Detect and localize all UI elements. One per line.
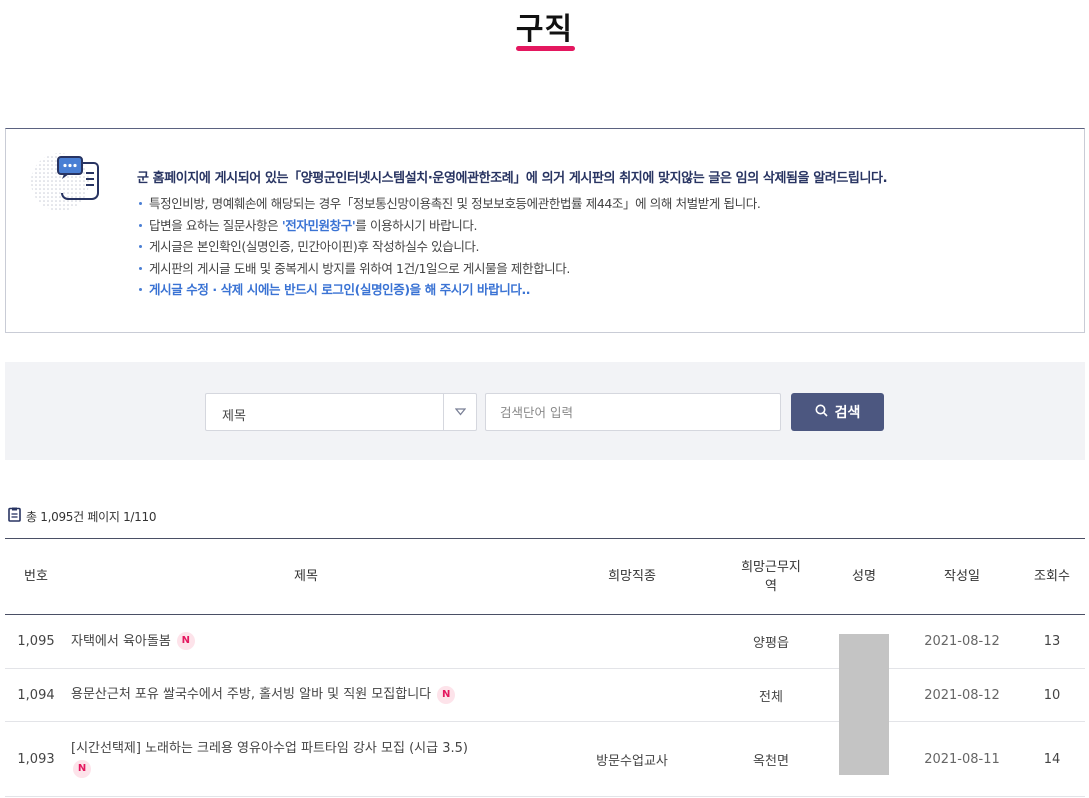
cell-job <box>545 668 719 722</box>
table-row[interactable]: 1,093 [시간선택제] 노래하는 크레용 영유아수업 파트타임 강사 모집 … <box>5 721 1085 797</box>
search-input[interactable] <box>485 393 781 431</box>
cell-views: 13 <box>1019 614 1085 669</box>
notice-item-text: 답변을 요하는 질문사항은 <box>149 217 282 233</box>
name-privacy-mask <box>839 634 889 775</box>
search-button-label: 검색 <box>834 405 861 421</box>
cell-no: 1,094 <box>5 668 67 722</box>
title-underline <box>516 46 575 51</box>
cell-date: 2021-08-12 <box>905 668 1019 722</box>
page-title: 구직 <box>515 12 574 47</box>
col-header-job: 희망직종 <box>545 538 719 615</box>
notice-item-emphasis: 게시글 수정 · 삭제 시에는 반드시 로그인(실명인증)을 해 주시기 바랍니… <box>137 279 1074 301</box>
cell-subject[interactable]: 용문산근처 포유 쌀국수에서 주방, 홀서빙 알바 및 직원 모집합니다 N <box>67 668 545 722</box>
notice-item-text: 를 이용하시기 바랍니다. <box>355 217 478 233</box>
job-board-table: 번호 제목 희망직종 희망근무지역 성명 작성일 조회수 1,095 자택에서 … <box>5 538 1085 797</box>
cell-subject[interactable]: 자택에서 육아돌봄 N <box>67 614 545 669</box>
cell-views: 10 <box>1019 668 1085 722</box>
search-button[interactable]: 검색 <box>791 393 884 431</box>
cell-area: 양평읍 <box>719 614 823 669</box>
search-icon <box>815 404 828 421</box>
notice-lead: 군 홈페이지에 게시되어 있는「양평군인터넷시스템설치·운영에관한조례」에 의거… <box>137 171 888 186</box>
chevron-down-icon[interactable] <box>443 394 476 430</box>
cell-no: 1,093 <box>5 721 67 797</box>
cell-job <box>545 614 719 669</box>
col-header-views: 조회수 <box>1019 538 1085 615</box>
search-field-value: 제목 <box>222 409 246 424</box>
notice-list: 특정인비방, 명예훼손에 해당되는 경우「정보통신망이용촉진 및 정보보호등에관… <box>137 193 1074 301</box>
notice-box: 군 홈페이지에 게시되어 있는「양평군인터넷시스템설치·운영에관한조례」에 의거… <box>5 128 1085 333</box>
cell-subject[interactable]: [시간선택제] 노래하는 크레용 영유아수업 파트타임 강사 모집 (시급 3.… <box>67 721 545 797</box>
col-header-no: 번호 <box>5 538 67 615</box>
notice-item: 답변을 요하는 질문사항은 '전자민원창구'를 이용하시기 바랍니다. <box>137 215 1074 237</box>
cell-job: 방문수업교사 <box>545 721 719 797</box>
search-field-select[interactable]: 제목 <box>205 393 477 431</box>
col-header-date: 작성일 <box>905 538 1019 615</box>
col-header-name: 성명 <box>823 538 905 615</box>
cell-no: 1,095 <box>5 614 67 669</box>
cell-date: 2021-08-12 <box>905 614 1019 669</box>
post-title-link[interactable]: 용문산근처 포유 쌀국수에서 주방, 홀서빙 알바 및 직원 모집합니다 <box>71 687 431 702</box>
cell-date: 2021-08-11 <box>905 721 1019 797</box>
cell-area: 옥천면 <box>719 721 823 797</box>
col-header-area: 희망근무지역 <box>719 538 823 615</box>
cell-area: 전체 <box>719 668 823 722</box>
e-complaint-link[interactable]: '전자민원창구' <box>282 218 356 233</box>
notice-item: 특정인비방, 명예훼손에 해당되는 경우「정보통신망이용촉진 및 정보보호등에관… <box>137 193 1074 215</box>
page-header: 구직 <box>0 0 1089 48</box>
post-title-link[interactable]: 자택에서 육아돌봄 <box>71 634 171 649</box>
col-header-subject: 제목 <box>67 538 545 615</box>
table-row[interactable]: 1,095 자택에서 육아돌봄 N 양평읍 2021-08-12 13 <box>5 614 1085 669</box>
col-header-area-label: 희망근무지역 <box>741 559 801 594</box>
cell-views: 14 <box>1019 721 1085 797</box>
notice-item: 게시판의 게시글 도배 및 중복게시 방지를 위하여 1건/1일으로 게시물을 … <box>137 258 1074 280</box>
board-summary: 총 1,095건 페이지 1/110 <box>8 507 156 525</box>
new-badge: N <box>176 632 195 650</box>
table-row[interactable]: 1,094 용문산근처 포유 쌀국수에서 주방, 홀서빙 알바 및 직원 모집합… <box>5 668 1085 722</box>
notice-item: 게시글은 본인확인(실명인증, 민간아이핀)후 작성하실수 있습니다. <box>137 236 1074 258</box>
total-count: 총 1,095건 페이지 1/110 <box>26 509 157 524</box>
document-icon <box>8 507 21 525</box>
post-title-link[interactable]: [시간선택제] 노래하는 크레용 영유아수업 파트타임 강사 모집 (시급 3.… <box>71 741 468 756</box>
new-badge: N <box>437 685 456 704</box>
table-header-row: 번호 제목 희망직종 희망근무지역 성명 작성일 조회수 <box>5 538 1085 615</box>
new-badge: N <box>73 759 91 778</box>
notice-board-icon <box>30 151 110 213</box>
search-panel: 제목 검색 <box>5 362 1085 460</box>
